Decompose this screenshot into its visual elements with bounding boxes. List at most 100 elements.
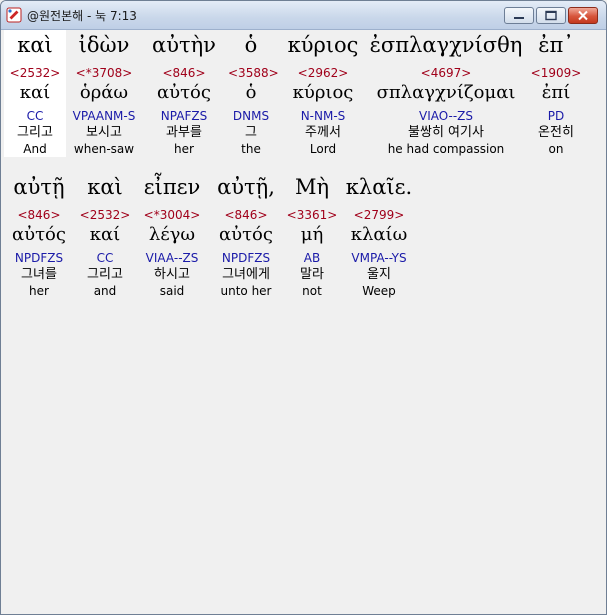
strong-number: <3588> [228, 66, 279, 80]
korean-gloss: 그녀에게 [222, 267, 270, 282]
korean-gloss: 과부를 [166, 125, 202, 140]
word-column[interactable]: αὐτῇ <846> αὐτός NPDFZS 그녀를 her [6, 172, 72, 299]
strong-number: <*3708> [75, 66, 133, 80]
parsing-code: N-NM-S [300, 109, 346, 123]
strong-number: <846> [162, 66, 206, 80]
greek-word: κύριος [287, 33, 359, 57]
lemma: ὁ [245, 82, 257, 103]
english-gloss: her [29, 284, 49, 298]
parsing-code: VIAA--ZS [145, 251, 199, 265]
word-column[interactable]: Μὴ <3361> μή AB 말라 not [286, 172, 338, 299]
word-column[interactable]: ἰδὼν <*3708> ὁράω VPAANM-S 보시고 when-saw [68, 30, 140, 157]
greek-word: καὶ [17, 33, 53, 57]
greek-word: αὐτῇ [13, 175, 65, 199]
english-gloss: the [241, 142, 261, 156]
strong-number: <846> [224, 208, 268, 222]
korean-gloss: 울지 [367, 267, 391, 282]
lemma: λέγω [148, 224, 196, 245]
word-column[interactable]: κύριος <2962> κύριος N-NM-S 주께서 Lord [284, 30, 362, 157]
window-title: @원전본해 - 눅 7:13 [27, 9, 137, 23]
strong-number: <*3004> [143, 208, 201, 222]
parsing-code: VPAANM-S [72, 109, 136, 123]
word-column[interactable]: αὐτὴν <846> αὐτός NPAFZS 과부를 her [148, 30, 220, 157]
scroll-app-icon[interactable] [6, 7, 22, 23]
close-icon [578, 10, 588, 21]
lemma: μή [300, 224, 324, 245]
lemma: καί [19, 82, 51, 103]
greek-word: αὐτὴν [152, 33, 216, 57]
strong-number: <4697> [420, 66, 472, 80]
maximize-button[interactable] [536, 7, 566, 24]
english-gloss: And [23, 142, 47, 156]
korean-gloss: 그리고 [17, 125, 53, 140]
strong-number: <3361> [286, 208, 338, 222]
lemma: ὁράω [79, 82, 129, 103]
word-column[interactable]: καὶ <2532> καί CC 그리고 and [76, 172, 134, 299]
word-column[interactable]: ἐσπλαγχνίσθη <4697> σπλαγχνίζομαι VIAO--… [368, 30, 524, 157]
english-gloss: said [159, 284, 185, 298]
greek-word: ἐπ᾽ [538, 33, 574, 57]
greek-word: κλαῖε. [345, 175, 413, 199]
lemma: αὐτός [12, 224, 66, 245]
english-gloss: her [174, 142, 194, 156]
greek-word: ἐσπλαγχνίσθη [369, 33, 523, 57]
title-bar[interactable]: @원전본해 - 눅 7:13 [1, 1, 606, 30]
korean-gloss: 그녀를 [21, 267, 57, 282]
parsing-code: DNMS [232, 109, 270, 123]
english-gloss: Weep [362, 284, 396, 298]
minimize-button[interactable] [504, 7, 534, 24]
greek-word: ὁ [244, 33, 258, 57]
lemma: κύριος [292, 82, 354, 103]
lemma: αὐτός [157, 82, 211, 103]
english-gloss: he had compassion [387, 142, 505, 156]
lemma: αὐτός [219, 224, 273, 245]
greek-word: Μὴ [294, 175, 330, 199]
app-window: @원전본해 - 눅 7:13 καὶ <2532> καί CC 그리고 And… [0, 0, 607, 615]
word-column[interactable]: ὁ <3588> ὁ DNMS 그 the [228, 30, 279, 157]
korean-gloss: 불쌍히 여기사 [408, 125, 484, 140]
korean-gloss: 주께서 [305, 125, 341, 140]
parsing-code: NPDFZS [14, 251, 64, 265]
greek-word: αὐτῇ, [217, 175, 275, 199]
lemma: σπλαγχνίζομαι [376, 82, 516, 103]
english-gloss: and [93, 284, 117, 298]
word-column[interactable]: ἐπ᾽ <1909> ἐπί PD 온전히 on [528, 30, 584, 157]
parsing-code: CC [26, 109, 44, 123]
korean-gloss: 그리고 [87, 267, 123, 282]
english-gloss: not [302, 284, 322, 298]
word-column[interactable]: κλαῖε. <2799> κλαίω VMPA--YS 울지 Weep [342, 172, 416, 299]
english-gloss: on [548, 142, 564, 156]
word-column[interactable]: εἶπεν <*3004> λέγω VIAA--ZS 하시고 said [138, 172, 206, 299]
korean-gloss: 말라 [300, 267, 324, 282]
korean-gloss: 온전히 [538, 125, 574, 140]
parsing-code: VMPA--YS [351, 251, 407, 265]
close-button[interactable] [568, 7, 598, 24]
word-column[interactable]: αὐτῇ, <846> αὐτός NPDFZS 그녀에게 unto her [212, 172, 280, 299]
greek-word: ἰδὼν [78, 33, 130, 57]
parsing-code: PD [547, 109, 565, 123]
parsing-code: VIAO--ZS [418, 109, 474, 123]
english-gloss: when-saw [73, 142, 135, 156]
korean-gloss: 보시고 [86, 125, 122, 140]
interlinear-view: καὶ <2532> καί CC 그리고 And ἰδὼν <*3708> ὁ… [2, 30, 605, 613]
strong-number: <2962> [297, 66, 349, 80]
parsing-code: CC [96, 251, 114, 265]
lemma: κλαίω [350, 224, 408, 245]
strong-number: <2532> [79, 208, 131, 222]
strong-number: <2532> [9, 66, 61, 80]
english-gloss: Lord [309, 142, 337, 156]
strong-number: <1909> [530, 66, 582, 80]
parsing-code: AB [303, 251, 321, 265]
korean-gloss: 하시고 [154, 267, 190, 282]
minimize-icon [514, 17, 524, 19]
maximize-icon [545, 10, 557, 21]
korean-gloss: 그 [245, 125, 257, 140]
strong-number: <2799> [353, 208, 405, 222]
lemma: ἐπί [541, 82, 571, 103]
parsing-code: NPDFZS [221, 251, 271, 265]
greek-word: εἶπεν [143, 175, 201, 199]
word-column[interactable]: καὶ <2532> καί CC 그리고 And [4, 30, 66, 157]
parsing-code: NPAFZS [160, 109, 208, 123]
english-gloss: unto her [220, 284, 272, 298]
lemma: καί [89, 224, 121, 245]
